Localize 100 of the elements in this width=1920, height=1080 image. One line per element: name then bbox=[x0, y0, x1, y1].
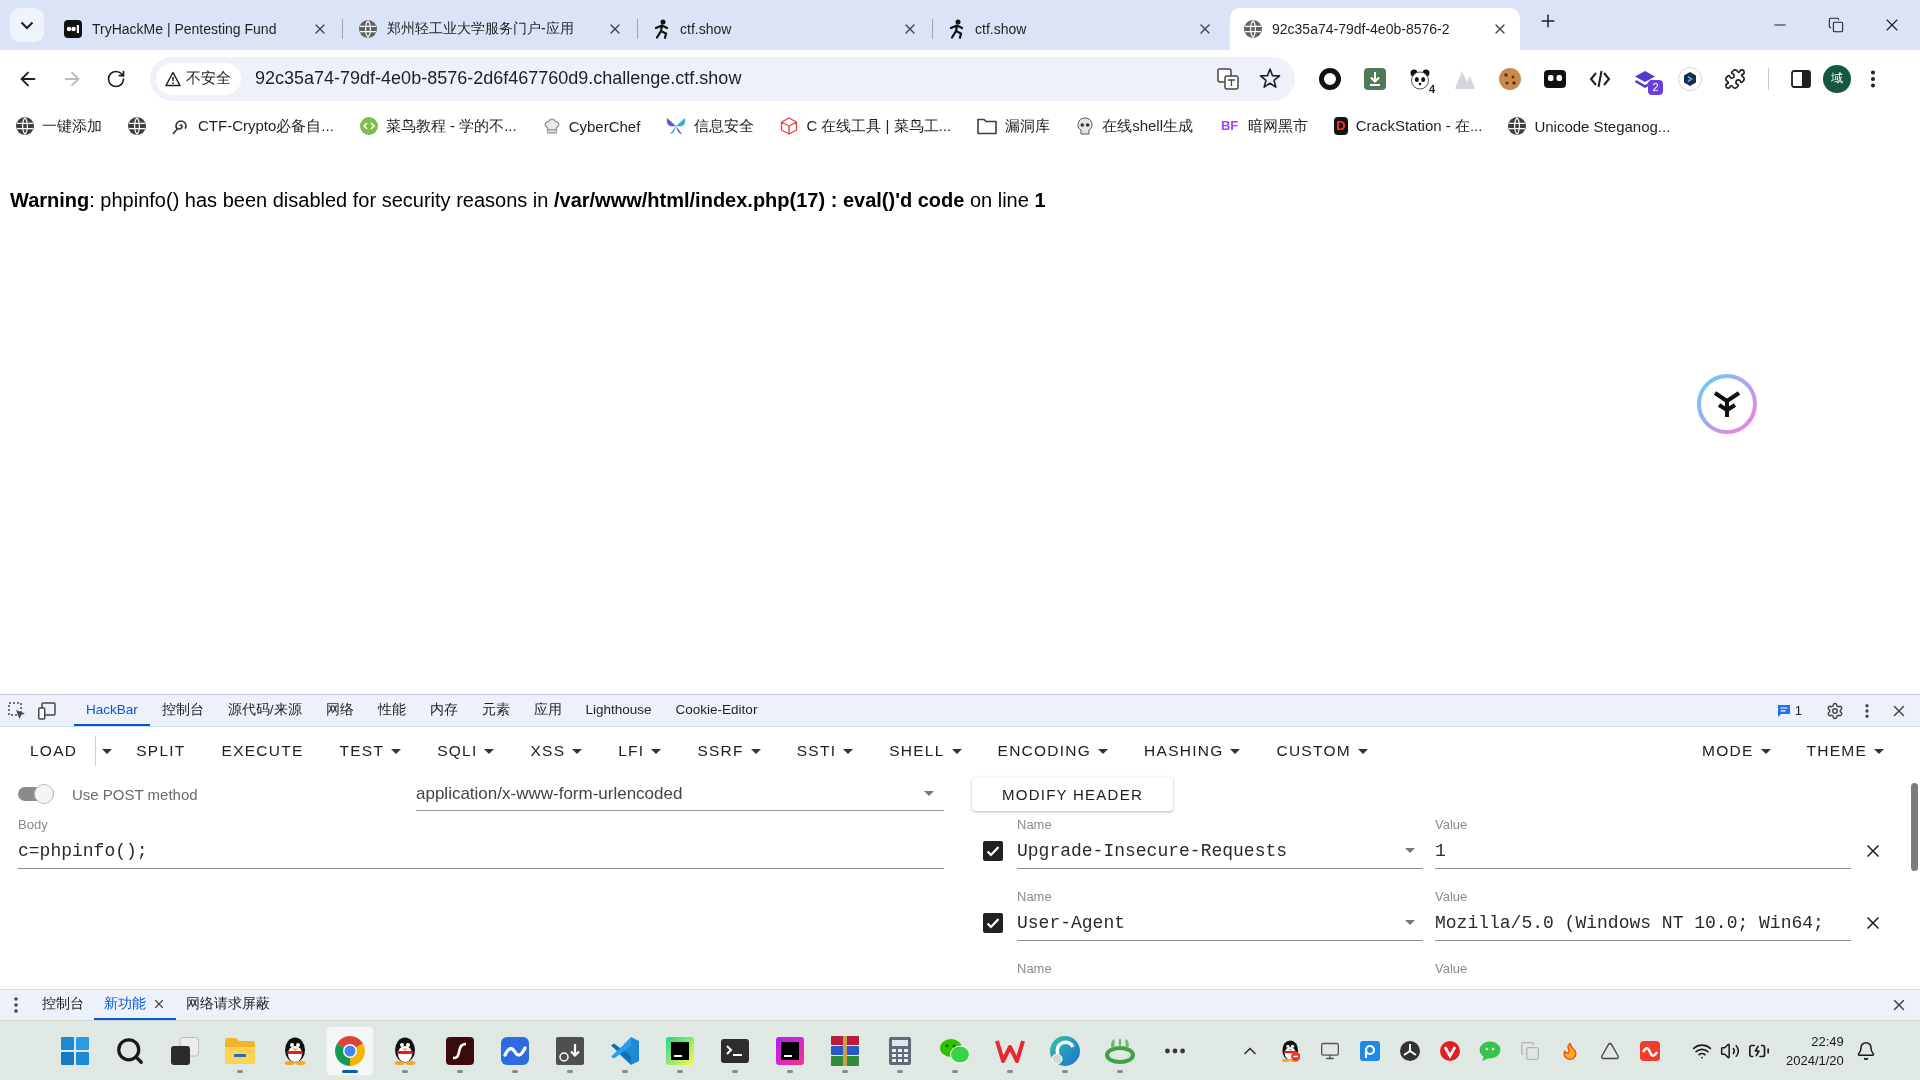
swirl-circle-icon[interactable] bbox=[1050, 1035, 1080, 1066]
hackbar-menu[interactable]: XSS bbox=[512, 733, 601, 769]
hackbar-menu[interactable]: LFI bbox=[600, 733, 680, 769]
restore-icon[interactable] bbox=[1828, 17, 1844, 33]
hackbar-menu[interactable]: HASHING bbox=[1126, 733, 1259, 769]
ring-logo-icon[interactable] bbox=[1697, 374, 1757, 434]
hackbar-button[interactable]: EXECUTE bbox=[203, 733, 322, 769]
devtools-tab[interactable]: 控制台 bbox=[149, 695, 216, 726]
devtools-tab[interactable]: 应用 bbox=[521, 695, 574, 726]
tab-search-button[interactable] bbox=[10, 8, 44, 42]
books-stack-icon[interactable] bbox=[831, 1035, 859, 1066]
hackbar-menu[interactable]: ENCODING bbox=[979, 733, 1127, 769]
browser-tab[interactable]: ctf.show bbox=[935, 8, 1225, 50]
browser-tab[interactable]: ctf.show bbox=[640, 8, 930, 50]
header-value-field[interactable]: 1 bbox=[1435, 833, 1851, 869]
gradient-tile-icon[interactable] bbox=[776, 1036, 804, 1065]
penguin-icon[interactable] bbox=[1279, 1039, 1301, 1062]
devtools-tab[interactable]: 网络 bbox=[313, 695, 366, 726]
more-menu-icon[interactable] bbox=[14, 997, 18, 1013]
browser-icon[interactable] bbox=[335, 1035, 365, 1066]
clock-date[interactable]: 2024/1/20 bbox=[1786, 1050, 1844, 1070]
cookie-icon[interactable] bbox=[1499, 67, 1521, 90]
chat-bubbles-icon[interactable] bbox=[940, 1037, 970, 1064]
content-type-select[interactable]: application/x-www-form-urlencoded bbox=[416, 777, 944, 811]
bookmark-item[interactable]: CTF-Crypto必备自... bbox=[164, 111, 342, 141]
bookmark-item[interactable]: 在线shell生成 bbox=[1068, 111, 1201, 141]
bookmark-item[interactable]: BF 暗网黑市 bbox=[1211, 111, 1317, 141]
triangle-icon[interactable] bbox=[1600, 1040, 1620, 1061]
hackbar-menu[interactable]: CUSTOM bbox=[1258, 733, 1386, 769]
devtools-tab[interactable]: 内存 bbox=[417, 695, 470, 726]
square-tile-icon[interactable] bbox=[1360, 1040, 1380, 1061]
hackbar-button[interactable]: LOAD bbox=[12, 733, 96, 769]
scrollbar[interactable] bbox=[1911, 783, 1918, 871]
security-chip[interactable]: 不安全 bbox=[156, 62, 241, 95]
ribbon-icon[interactable] bbox=[610, 1035, 640, 1066]
ring-icon[interactable] bbox=[1319, 67, 1341, 90]
bookmark-item[interactable]: 信息安全 bbox=[658, 111, 763, 141]
wave-tile-icon[interactable] bbox=[1640, 1040, 1660, 1061]
penguin-icon[interactable] bbox=[282, 1036, 308, 1065]
devtools-tab[interactable]: 源代码/来源 bbox=[215, 695, 314, 726]
grid-squares-icon[interactable] bbox=[61, 1036, 89, 1065]
bell-icon[interactable] bbox=[1855, 1040, 1876, 1061]
hackbar-menu[interactable]: MODE bbox=[1684, 733, 1789, 769]
arrow-tile-icon[interactable] bbox=[556, 1036, 584, 1065]
devtools-tab[interactable]: Cookie-Editor bbox=[663, 695, 770, 726]
curve-tile-icon[interactable] bbox=[446, 1036, 474, 1065]
bookmark-item[interactable]: 菜鸟教程 - 学的不... bbox=[351, 111, 525, 141]
devtools-tab[interactable]: Lighthouse bbox=[573, 695, 664, 726]
wave-tile-icon[interactable] bbox=[501, 1036, 529, 1065]
overlapping-squares-icon[interactable] bbox=[1217, 67, 1239, 90]
star-icon[interactable] bbox=[1259, 68, 1281, 89]
cursor-select-icon[interactable] bbox=[8, 701, 26, 720]
devtools-tab[interactable]: 元素 bbox=[469, 695, 522, 726]
header-name-field[interactable]: Upgrade-Insecure-Requests bbox=[1017, 833, 1423, 869]
settings-icon[interactable] bbox=[1826, 701, 1844, 720]
penguin-icon[interactable] bbox=[392, 1036, 418, 1065]
header-name-field[interactable]: User-Agent bbox=[1017, 905, 1423, 941]
hackbar-menu[interactable]: SQLI bbox=[419, 733, 513, 769]
puzzle-icon[interactable] bbox=[1724, 67, 1746, 90]
header-value-field[interactable]: Mozilla/5.0 (Windows NT 10.0; Win64; bbox=[1435, 905, 1851, 941]
split-circle-icon[interactable] bbox=[1400, 1040, 1420, 1061]
checkbox[interactable] bbox=[983, 841, 1003, 861]
browser-tab[interactable]: 92c35a74-79df-4e0b-8576-2 bbox=[1230, 8, 1520, 50]
browser-tab[interactable]: TryHackMe | Pentesting Fund bbox=[50, 8, 340, 50]
checkbox[interactable] bbox=[983, 913, 1003, 933]
issues-count[interactable]: 1 bbox=[1794, 703, 1802, 718]
address-bar[interactable]: 不安全 92c35a74-79df-4e0b-8576-2d6f467760d9.challenge.ctf.show bbox=[150, 56, 1295, 101]
bookmark-item[interactable]: D CrackStation - 在... bbox=[1326, 111, 1491, 141]
panda-icon[interactable] bbox=[1409, 67, 1431, 90]
clock-time[interactable]: 22:49 bbox=[1811, 1031, 1844, 1051]
hackbar-button[interactable]: SPLIT bbox=[118, 733, 204, 769]
devtools-tab[interactable]: 性能 bbox=[365, 695, 418, 726]
terminal-icon[interactable] bbox=[721, 1038, 749, 1063]
devices-icon[interactable] bbox=[38, 701, 56, 720]
bookmark-folder[interactable]: 漏洞库 bbox=[969, 111, 1059, 141]
drawer-tab[interactable]: 网络请求屏蔽 bbox=[176, 990, 280, 1020]
body-input[interactable]: c=phpinfo(); bbox=[18, 833, 944, 869]
monitor-icon[interactable] bbox=[1320, 1040, 1340, 1061]
message-icon[interactable] bbox=[1776, 703, 1791, 718]
folder-icon[interactable] bbox=[225, 1037, 255, 1064]
wreath-icon[interactable] bbox=[1104, 1037, 1136, 1064]
profile-avatar[interactable]: 域 bbox=[1823, 64, 1851, 93]
modify-header-button[interactable]: MODIFY HEADER bbox=[972, 777, 1173, 811]
caret-icon[interactable] bbox=[102, 748, 113, 754]
devtools-tab[interactable]: HackBar bbox=[74, 695, 150, 726]
search-icon[interactable] bbox=[115, 1035, 145, 1066]
bookmark-item[interactable]: C 在线工具 | 菜鸟工... bbox=[772, 111, 960, 141]
bookmark-item[interactable]: Unicode Steganog... bbox=[1500, 111, 1679, 141]
hackbar-menu[interactable]: TEST bbox=[321, 733, 420, 769]
hackbar-menu[interactable]: SSRF bbox=[679, 733, 779, 769]
calculator-icon[interactable] bbox=[889, 1036, 911, 1065]
gradient-tile-icon[interactable] bbox=[666, 1036, 694, 1065]
hackbar-menu[interactable]: SSTI bbox=[778, 733, 872, 769]
download-icon[interactable] bbox=[1364, 67, 1386, 90]
bookmark-item[interactable]: 一键添加 bbox=[8, 111, 110, 141]
overlapping-squares-icon[interactable] bbox=[171, 1036, 199, 1065]
mask-icon[interactable] bbox=[1544, 69, 1566, 88]
drawer-tab[interactable]: 控制台 bbox=[32, 990, 94, 1020]
chevron-circle-icon[interactable] bbox=[1440, 1040, 1460, 1061]
reload-icon[interactable] bbox=[106, 68, 126, 89]
